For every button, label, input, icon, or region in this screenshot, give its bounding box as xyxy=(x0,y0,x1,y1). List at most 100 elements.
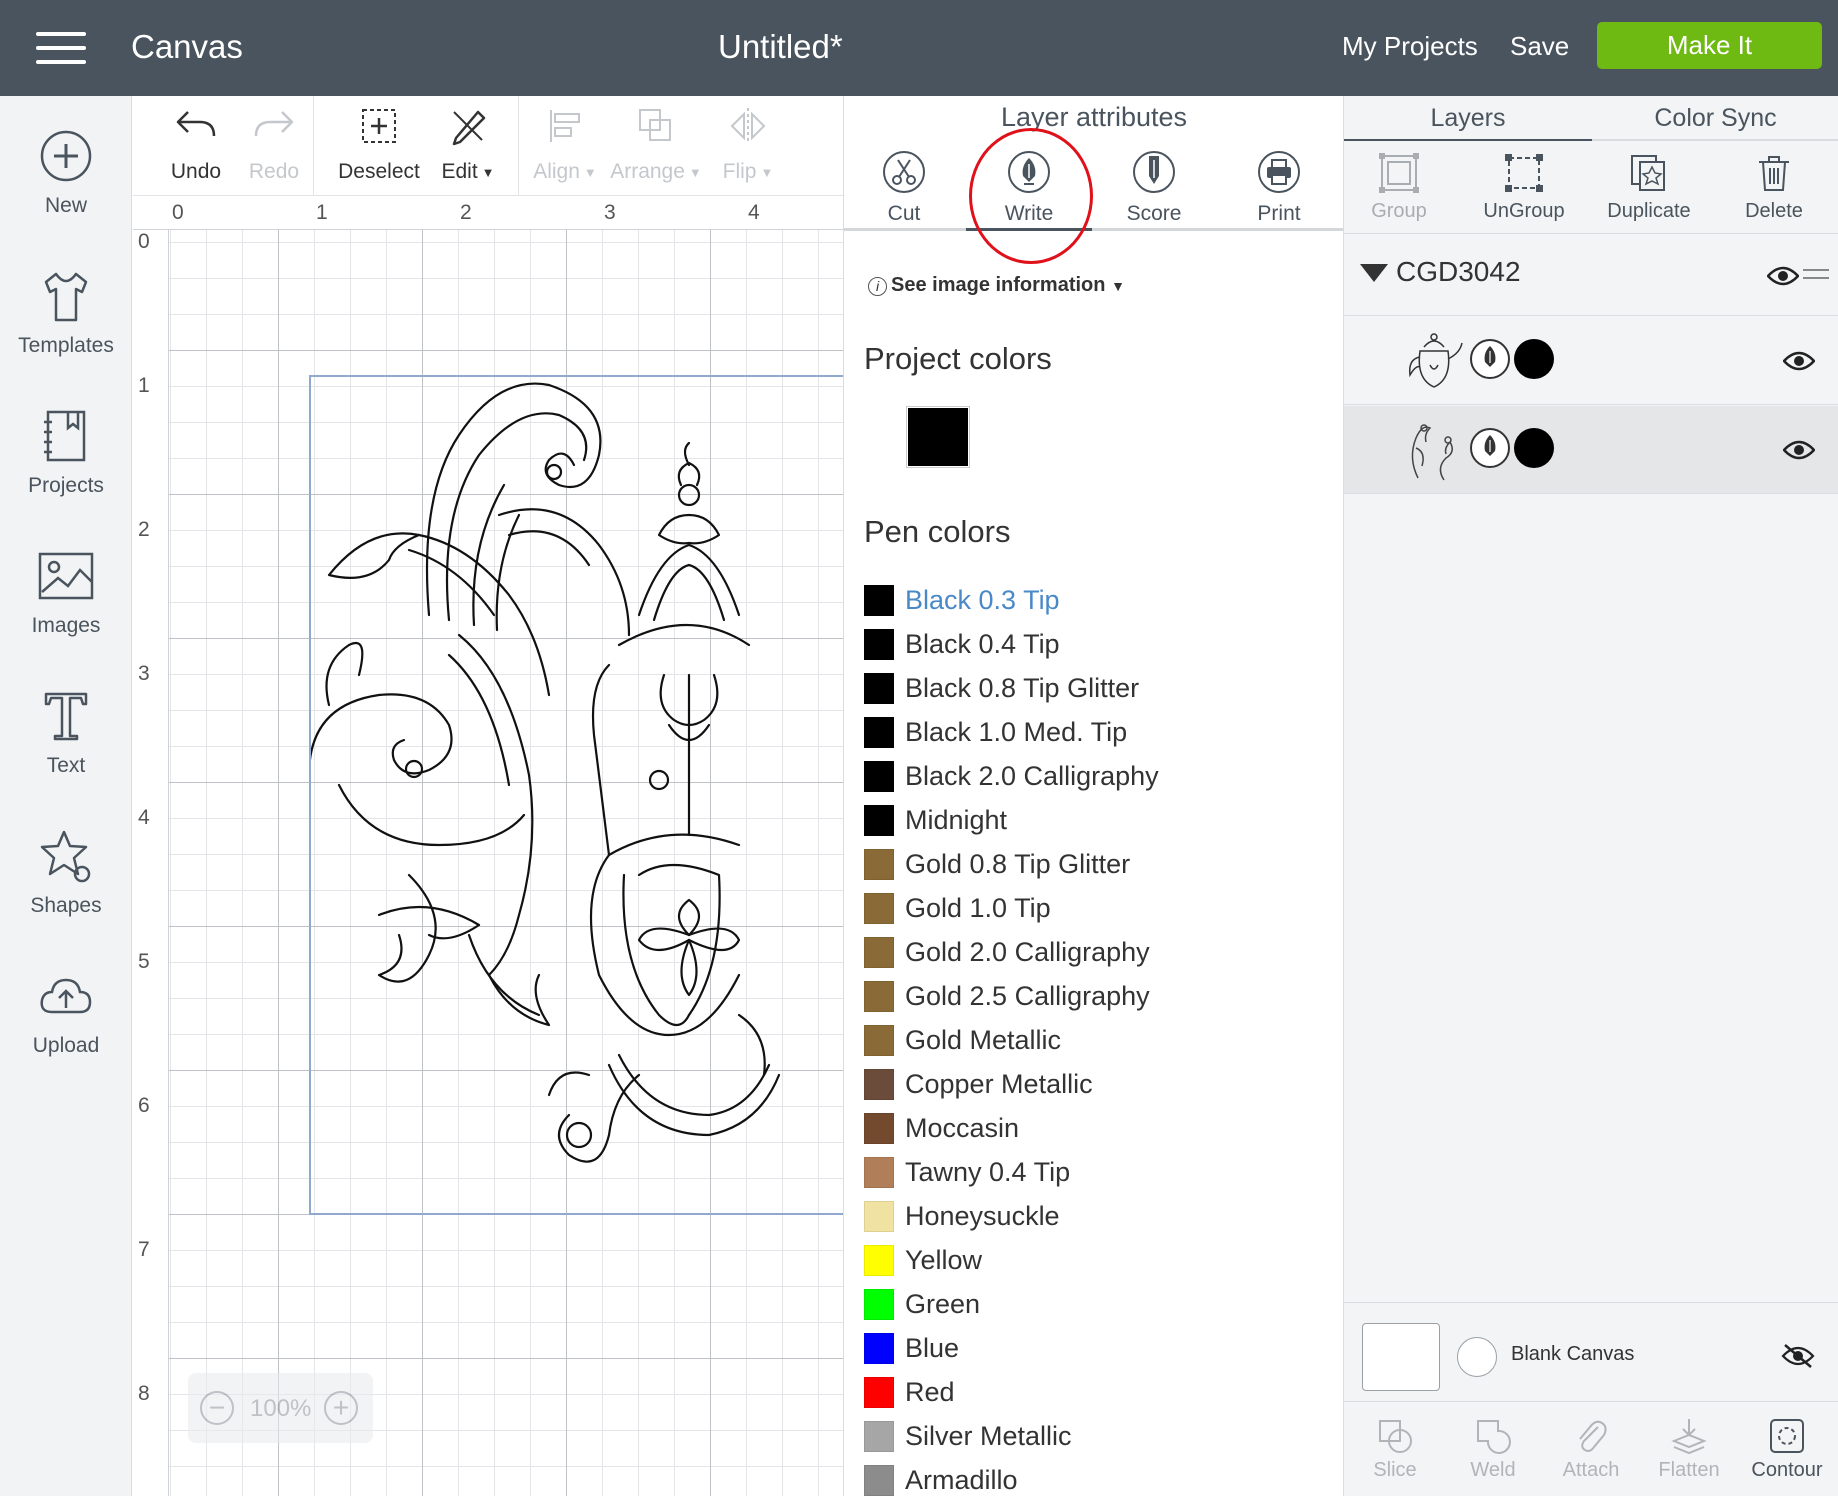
drag-handle-icon[interactable] xyxy=(1803,268,1829,280)
group-button[interactable]: Group xyxy=(1339,152,1459,223)
nav-text-label: Text xyxy=(46,754,86,777)
make-it-button[interactable]: Make It xyxy=(1597,22,1822,69)
nav-images[interactable]: Images xyxy=(0,548,132,638)
pen-color-name: Moccasin xyxy=(905,1112,1020,1143)
pen-color-item[interactable]: Tawny 0.4 Tip xyxy=(864,1150,1324,1194)
flourish-thumbnail xyxy=(1411,424,1453,481)
align-dropdown[interactable]: Align ▼ xyxy=(525,104,605,184)
deselect-icon xyxy=(362,109,396,143)
pen-color-item[interactable]: Moccasin xyxy=(864,1106,1324,1150)
pen-color-item[interactable]: Blue xyxy=(864,1326,1324,1370)
eye-icon[interactable] xyxy=(1767,266,1799,286)
edit-dropdown[interactable]: Edit ▼ xyxy=(433,104,503,184)
layer-color-dot[interactable] xyxy=(1514,339,1554,379)
ruler-x-1: 1 xyxy=(316,201,328,224)
pen-color-item[interactable]: Armadillo xyxy=(864,1458,1324,1496)
tab-layers[interactable]: Layers xyxy=(1344,96,1592,140)
ungroup-button[interactable]: UnGroup xyxy=(1464,152,1584,223)
flatten-button[interactable]: Flatten xyxy=(1640,1417,1738,1482)
pen-color-swatch xyxy=(864,980,894,1012)
cloud-upload-icon xyxy=(40,978,92,1014)
project-color-swatch[interactable] xyxy=(906,406,970,468)
ruler-x-2: 2 xyxy=(460,201,472,224)
slice-icon xyxy=(1379,1420,1412,1453)
selection-bounding-box[interactable] xyxy=(309,375,843,1215)
tab-score[interactable]: Score xyxy=(1094,150,1214,226)
pen-color-swatch xyxy=(864,628,894,660)
blank-canvas-color-circle[interactable] xyxy=(1457,1337,1497,1377)
pen-color-name: Gold 0.8 Tip Glitter xyxy=(905,848,1131,879)
duplicate-button[interactable]: Duplicate xyxy=(1589,152,1709,223)
align-text: Align xyxy=(533,160,580,183)
zoom-out-button[interactable]: − xyxy=(200,1391,234,1425)
layer-group-row[interactable]: CGD3042 xyxy=(1344,234,1838,316)
redo-button[interactable]: Redo xyxy=(233,104,315,184)
toolbar-divider xyxy=(313,96,314,196)
tab-color-sync[interactable]: Color Sync xyxy=(1592,96,1838,140)
nav-projects[interactable]: Projects xyxy=(0,408,132,498)
redo-label: Redo xyxy=(248,160,300,183)
pen-color-item[interactable]: Gold 0.8 Tip Glitter xyxy=(864,842,1324,886)
pen-color-item[interactable]: Midnight xyxy=(864,798,1324,842)
pen-color-item[interactable]: Black 0.8 Tip Glitter xyxy=(864,666,1324,710)
see-image-information-toggle[interactable]: i See image information ▼ xyxy=(868,274,1125,297)
undo-button[interactable]: Undo xyxy=(155,104,237,184)
weld-icon xyxy=(1477,1420,1511,1454)
triangle-down-icon[interactable] xyxy=(1360,264,1388,282)
pen-color-swatch xyxy=(864,1376,894,1408)
pen-color-swatch xyxy=(864,584,894,616)
pen-color-item[interactable]: Red xyxy=(864,1370,1324,1414)
ruler-y-0: 0 xyxy=(138,230,150,253)
my-projects-link[interactable]: My Projects xyxy=(1342,31,1478,62)
layer-color-dot[interactable] xyxy=(1514,428,1554,468)
eye-hidden-icon[interactable] xyxy=(1781,1343,1815,1369)
pen-color-item[interactable]: Green xyxy=(864,1282,1324,1326)
arrange-dropdown[interactable]: Arrange ▼ xyxy=(608,104,704,184)
pen-color-name: Armadillo xyxy=(905,1464,1018,1495)
vertical-ruler: 0 1 2 3 4 5 6 7 8 xyxy=(133,230,169,1496)
pen-color-item[interactable]: Black 0.3 Tip xyxy=(864,578,1324,622)
ruler-y-2: 2 xyxy=(138,518,150,541)
layer-row-teapot[interactable] xyxy=(1344,317,1838,405)
eye-icon[interactable] xyxy=(1783,351,1815,371)
delete-button[interactable]: Delete xyxy=(1714,152,1834,223)
flatten-label: Flatten xyxy=(1658,1459,1720,1481)
pen-color-item[interactable]: Gold Metallic xyxy=(864,1018,1324,1062)
ruler-y-8: 8 xyxy=(138,1382,150,1405)
design-canvas[interactable]: 0 1 2 3 4 0 1 2 3 4 5 6 7 8 − 100% + xyxy=(133,197,843,1496)
contour-button[interactable]: Contour xyxy=(1738,1417,1836,1482)
pen-color-item[interactable]: Yellow xyxy=(864,1238,1324,1282)
pen-color-item[interactable]: Gold 2.5 Calligraphy xyxy=(864,974,1324,1018)
nav-new[interactable]: New xyxy=(0,128,132,218)
weld-button[interactable]: Weld xyxy=(1444,1417,1542,1482)
blank-canvas-swatch[interactable] xyxy=(1362,1323,1440,1391)
deselect-button[interactable]: Deselect xyxy=(333,104,425,184)
pen-color-item[interactable]: Copper Metallic xyxy=(864,1062,1324,1106)
pen-color-item[interactable]: Silver Metallic xyxy=(864,1414,1324,1458)
pen-color-item[interactable]: Black 2.0 Calligraphy xyxy=(864,754,1324,798)
pen-color-name: Gold 1.0 Tip xyxy=(905,892,1051,923)
pen-color-item[interactable]: Black 0.4 Tip xyxy=(864,622,1324,666)
attach-button[interactable]: Attach xyxy=(1542,1417,1640,1482)
tab-underline xyxy=(844,228,1344,231)
hamburger-menu-icon[interactable] xyxy=(36,32,86,64)
pen-color-item[interactable]: Honeysuckle xyxy=(864,1194,1324,1238)
pen-color-item[interactable]: Gold 1.0 Tip xyxy=(864,886,1324,930)
layer-row-flourish[interactable] xyxy=(1344,406,1838,494)
write-pen-badge-icon xyxy=(1470,339,1510,379)
slice-button[interactable]: Slice xyxy=(1346,1417,1444,1482)
nav-templates[interactable]: Templates xyxy=(0,268,132,358)
pen-color-item[interactable]: Black 1.0 Med. Tip xyxy=(864,710,1324,754)
eye-icon[interactable] xyxy=(1783,440,1815,460)
chevron-down-icon: ▼ xyxy=(1111,278,1125,294)
nav-shapes[interactable]: Shapes xyxy=(0,828,132,918)
zoom-in-button[interactable]: + xyxy=(324,1391,358,1425)
nav-text[interactable]: Text xyxy=(0,688,132,778)
slice-label: Slice xyxy=(1373,1459,1417,1481)
flip-dropdown[interactable]: Flip ▼ xyxy=(713,104,783,184)
tab-print[interactable]: Print xyxy=(1219,150,1339,226)
pen-color-item[interactable]: Gold 2.0 Calligraphy xyxy=(864,930,1324,974)
save-button[interactable]: Save xyxy=(1510,31,1569,62)
tab-cut[interactable]: Cut xyxy=(844,150,964,226)
nav-upload[interactable]: Upload xyxy=(0,968,132,1058)
